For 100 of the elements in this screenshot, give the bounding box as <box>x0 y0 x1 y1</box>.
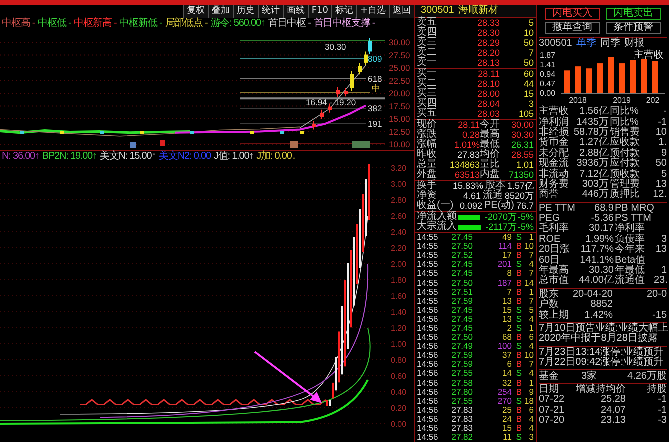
revenue-bar <box>641 59 647 93</box>
tick-count: 1 <box>528 288 534 297</box>
valuation-label: 负债率 <box>615 234 646 245</box>
tick-volume: 6 <box>506 360 512 370</box>
finance-label: 预付款 <box>610 148 641 159</box>
toolbar-button[interactable]: F10 <box>308 5 332 18</box>
toolbar-button[interactable]: +自选 <box>356 5 389 18</box>
quote-value: 134863 <box>448 160 480 170</box>
action-button[interactable]: 条件预警 <box>606 22 661 34</box>
legend-label: BP2N: 19.00↑ <box>42 150 97 162</box>
table-cell-text: 07-20 <box>539 416 566 426</box>
finance-value: 1.27亿 <box>578 138 609 148</box>
order-price: 28.33 <box>476 18 500 28</box>
valuation-value: 68.9 <box>594 204 614 214</box>
tick-count: 10 <box>524 242 534 252</box>
order-price: 28.30 <box>476 28 500 38</box>
axis-label: 1.20 <box>391 324 407 333</box>
valuation-label: ROE <box>539 234 561 245</box>
axis-label: 20.00 <box>389 88 410 99</box>
tick-volume: 2 <box>506 324 512 333</box>
signal-marker <box>190 131 194 134</box>
order-level-label: 卖三 <box>417 38 438 48</box>
tick-price: 27.83 <box>450 424 473 434</box>
tick-side: B <box>515 296 522 306</box>
action-button[interactable]: 撤单查询 <box>545 22 600 34</box>
valuation-label: 毛利率 <box>539 224 570 234</box>
share-label: PE(动) <box>484 201 514 211</box>
tick-count: 7 <box>528 296 534 306</box>
report-tab[interactable]: 单季 <box>576 38 596 49</box>
tick-side: B <box>515 388 522 397</box>
tick-volume: 25 <box>502 406 512 415</box>
toolbar-button[interactable]: 画线 <box>282 5 308 18</box>
axis-label: 2.80 <box>391 196 407 205</box>
order-volume: 7 <box>528 48 534 58</box>
tick-volume: 13 <box>502 314 512 324</box>
tick-price: 27.45 <box>450 324 473 333</box>
tick-side: S <box>515 260 522 270</box>
axis-label: 12.50 <box>389 126 410 137</box>
order-volume: 15 <box>522 89 534 99</box>
finance-value: 3936万 <box>576 159 609 170</box>
tick-price: 27.45 <box>450 306 473 315</box>
legend-label: 美文N: 15.00↑ <box>100 150 156 162</box>
tick-price: 27.50 <box>450 278 473 288</box>
finance-value: 9 <box>660 148 667 159</box>
holder-label: 较上期 <box>539 310 570 321</box>
tick-side: S <box>515 324 522 333</box>
finance-value: 13 <box>654 180 667 190</box>
chart-title: 主营收 <box>634 50 664 61</box>
tick-time: 14:56 <box>417 324 440 333</box>
finance-label: 同比% <box>610 118 639 128</box>
tick-price: 27.52 <box>450 251 473 260</box>
tick-price: 27.80 <box>450 388 473 397</box>
price-level-label: 618 <box>368 74 382 84</box>
tick-side: S <box>515 314 522 324</box>
finance-label: 非经损 <box>539 128 570 138</box>
tick-count: 1 <box>528 324 534 333</box>
flow-share: -5% <box>518 212 534 222</box>
action-button[interactable]: 闪电买入 <box>545 8 600 20</box>
toolbar-button[interactable]: 历史 <box>232 5 258 18</box>
share-value: 76.7 <box>516 201 534 211</box>
tick-side: B <box>515 406 522 415</box>
signal-marker <box>290 141 298 148</box>
tick-time: 14:56 <box>417 351 440 360</box>
tick-price: 27.45 <box>450 314 473 324</box>
tick-volume: 7 <box>506 288 512 297</box>
order-volume: 60 <box>522 69 534 79</box>
finance-label: 应收款 <box>610 138 641 148</box>
report-tab[interactable]: 财报 <box>624 38 644 49</box>
toolbar-button[interactable]: 返回 <box>389 5 414 18</box>
finance-label: 主营收 <box>539 107 570 118</box>
tick-side: S <box>515 306 522 315</box>
flow-share: -5% <box>518 222 534 232</box>
tick-count: 7 <box>528 269 534 278</box>
report-tab[interactable]: 同季 <box>600 38 620 49</box>
tick-count: 18 <box>524 396 534 406</box>
finance-label: 商誉 <box>539 190 560 200</box>
toolbar-button[interactable]: 统计 <box>258 5 283 18</box>
toolbar-button[interactable]: 叠加 <box>208 5 233 18</box>
axis-label: 3.00 <box>391 180 407 189</box>
tick-count: 4 <box>528 260 534 270</box>
valuation-label: Beta值 <box>615 256 647 266</box>
share-label: 流通 <box>482 191 503 201</box>
quote-value: 1.01 <box>515 160 534 170</box>
action-button[interactable]: 闪电卖出 <box>606 8 661 20</box>
table-cell-text: 24.07 <box>600 406 626 416</box>
finance-label: 净利润 <box>539 118 570 128</box>
signal-marker <box>140 131 144 134</box>
toolbar-button[interactable]: 复权 <box>182 5 208 18</box>
revenue-bar <box>564 70 570 93</box>
finance-label: 未分配 <box>539 148 570 159</box>
tick-price: 27.55 <box>450 396 473 406</box>
holder-value: 8852 <box>590 300 613 310</box>
tick-time: 14:55 <box>417 288 440 297</box>
share-value: 4.61 <box>462 191 481 201</box>
share-value: 0.092 <box>458 201 482 211</box>
tick-time: 14:55 <box>417 242 440 252</box>
axis-label: 1.60 <box>391 292 407 301</box>
column-header: 持股 <box>646 384 667 395</box>
quote-label: 量比 <box>480 160 501 170</box>
toolbar-button[interactable]: 标记 <box>331 5 356 18</box>
